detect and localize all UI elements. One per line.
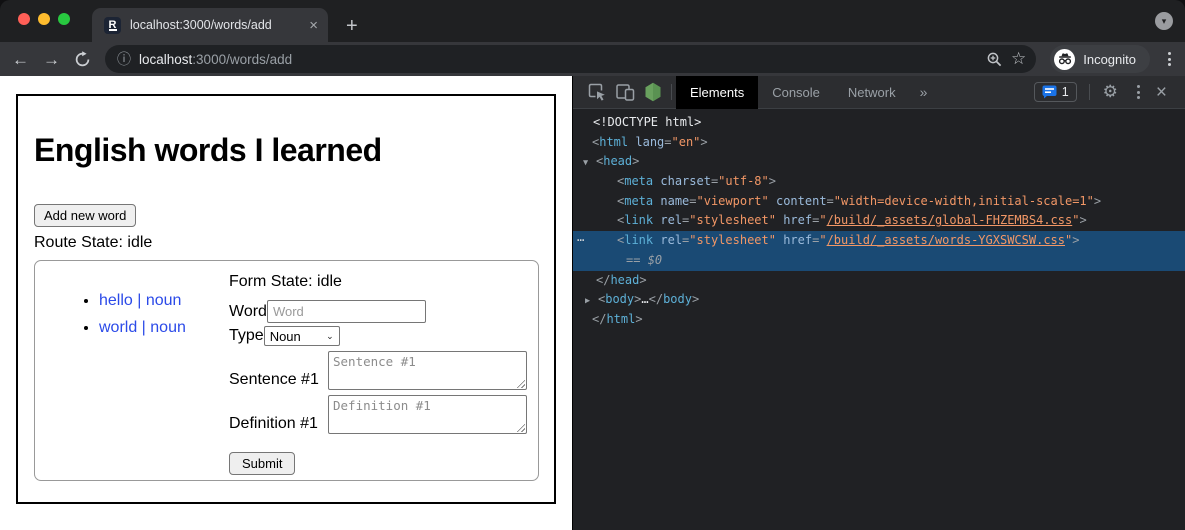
incognito-icon <box>1054 49 1075 70</box>
issues-bubble-icon <box>1042 85 1057 99</box>
more-tabs-button[interactable]: » <box>910 84 938 100</box>
forward-button[interactable]: → <box>43 51 60 68</box>
type-label: Type <box>229 327 264 345</box>
device-toolbar-icon <box>616 84 635 101</box>
browser-toolbar: ← → ⓘ localhost:3000/words/add ☆ <box>0 42 1185 76</box>
sentence-label: Sentence #1 <box>229 371 328 389</box>
type-select-value: Noun <box>270 329 326 344</box>
submit-button[interactable]: Submit <box>229 452 295 475</box>
list-item: hello | noun <box>99 292 229 310</box>
word-link-world[interactable]: world | noun <box>99 319 186 336</box>
devtools-toolbar: Elements Console Network » 1 <box>573 76 1185 109</box>
dom-line[interactable]: ▼<head> <box>573 152 1185 172</box>
device-toolbar-button[interactable] <box>611 79 639 105</box>
dom-line[interactable]: == $0 <box>573 251 1185 271</box>
dom-line[interactable]: <!DOCTYPE html> <box>573 113 1185 133</box>
type-row: Type Noun ⌄ <box>229 326 528 346</box>
settings-gear-icon[interactable]: ⚙ <box>1103 82 1118 102</box>
new-tab-button[interactable]: + <box>346 16 358 36</box>
address-bar[interactable]: ⓘ localhost:3000/words/add ☆ <box>105 45 1036 73</box>
sentence-textarea-wrap <box>328 351 527 390</box>
browser-menu-button[interactable] <box>1164 52 1175 66</box>
definition-textarea[interactable] <box>328 395 527 434</box>
dom-line[interactable]: </head> <box>573 271 1185 291</box>
page-container: English words I learned Add new word Rou… <box>16 94 556 504</box>
route-state-text: Route State: idle <box>34 234 538 252</box>
devtools-toolbar-right: 1 ⚙ × <box>1034 82 1185 102</box>
dom-line[interactable]: ▶<body>…</body> <box>573 290 1185 310</box>
form-state-text: Form State: idle <box>229 273 528 291</box>
nodejs-hexagon-icon <box>644 82 662 102</box>
dom-line[interactable]: <html lang="en"> <box>573 133 1185 153</box>
word-list: hello | noun world | noun <box>49 292 229 337</box>
sentence-textarea[interactable] <box>328 351 527 390</box>
dom-tree[interactable]: <!DOCTYPE html><html lang="en">▼<head><m… <box>573 109 1185 530</box>
magnifier-plus-icon <box>986 51 1003 68</box>
chevron-down-icon: ▾ <box>1162 16 1167 27</box>
page-title: English words I learned <box>34 132 538 169</box>
nodejs-extension-button[interactable] <box>639 79 667 105</box>
dom-line[interactable]: </html> <box>573 310 1185 330</box>
remix-favicon-icon: R <box>104 17 121 34</box>
toolbar-separator <box>671 84 672 100</box>
url-text: localhost:3000/words/add <box>139 52 292 67</box>
dom-line[interactable]: <link rel="stylesheet" href="/build/_ass… <box>573 211 1185 231</box>
tab-search-button[interactable]: ▾ <box>1155 12 1173 30</box>
web-page: English words I learned Add new word Rou… <box>0 76 572 530</box>
tab-elements[interactable]: Elements <box>676 76 758 109</box>
back-button[interactable]: ← <box>12 51 29 68</box>
issues-button[interactable]: 1 <box>1034 82 1077 102</box>
definition-label: Definition #1 <box>229 415 328 433</box>
reload-button[interactable] <box>74 51 91 68</box>
zoom-page-button[interactable] <box>986 51 1003 68</box>
definition-row: Definition #1 <box>229 395 528 434</box>
inspect-element-button[interactable] <box>583 79 611 105</box>
dom-line[interactable]: <meta charset="utf-8"> <box>573 172 1185 192</box>
reload-icon <box>74 51 91 68</box>
tab-close-icon[interactable]: × <box>309 18 318 33</box>
definition-textarea-wrap <box>328 395 527 434</box>
browser-tab[interactable]: R localhost:3000/words/add × <box>92 8 328 42</box>
tab-strip: R localhost:3000/words/add × + ▾ <box>0 0 1185 42</box>
incognito-badge[interactable]: Incognito <box>1050 45 1150 73</box>
dom-line[interactable]: <meta name="viewport" content="width=dev… <box>573 192 1185 212</box>
sentence-row: Sentence #1 <box>229 351 528 390</box>
tab-network[interactable]: Network <box>834 76 910 109</box>
inspect-cursor-icon <box>588 83 606 101</box>
tab-title: localhost:3000/words/add <box>130 18 303 32</box>
minimize-window-button[interactable] <box>38 13 50 25</box>
devtools-menu-button[interactable] <box>1137 85 1140 99</box>
words-panel: hello | noun world | noun Form State: id… <box>34 260 539 481</box>
list-item: world | noun <box>99 319 229 337</box>
add-word-form: Form State: idle Word Type Noun ⌄ <box>229 273 528 468</box>
devtools-panel: Elements Console Network » 1 <box>572 76 1185 530</box>
word-list-column: hello | noun world | noun <box>49 273 229 468</box>
type-select[interactable]: Noun ⌄ <box>264 326 340 346</box>
browser-window: R localhost:3000/words/add × + ▾ ← → ⓘ l… <box>0 0 1185 530</box>
bookmark-star-icon[interactable]: ☆ <box>1011 49 1026 69</box>
word-label: Word <box>229 303 267 321</box>
close-window-button[interactable] <box>18 13 30 25</box>
window-content: English words I learned Add new word Rou… <box>0 76 1185 530</box>
more-actions-icon[interactable]: ⋯ <box>577 231 585 251</box>
zoom-window-button[interactable] <box>58 13 70 25</box>
incognito-label: Incognito <box>1083 52 1136 67</box>
word-input[interactable] <box>267 300 426 323</box>
traffic-lights <box>18 13 70 25</box>
word-row: Word <box>229 300 528 323</box>
chevron-down-icon: ⌄ <box>326 331 334 342</box>
word-link-hello[interactable]: hello | noun <box>99 292 181 309</box>
site-info-icon[interactable]: ⓘ <box>117 49 131 69</box>
dom-line[interactable]: ⋯<link rel="stylesheet" href="/build/_as… <box>573 231 1185 251</box>
add-new-word-button[interactable]: Add new word <box>34 204 136 227</box>
toolbar-separator <box>1089 84 1090 100</box>
devtools-close-icon[interactable]: × <box>1156 83 1167 102</box>
issues-count: 1 <box>1062 85 1069 99</box>
tab-console[interactable]: Console <box>758 76 834 109</box>
